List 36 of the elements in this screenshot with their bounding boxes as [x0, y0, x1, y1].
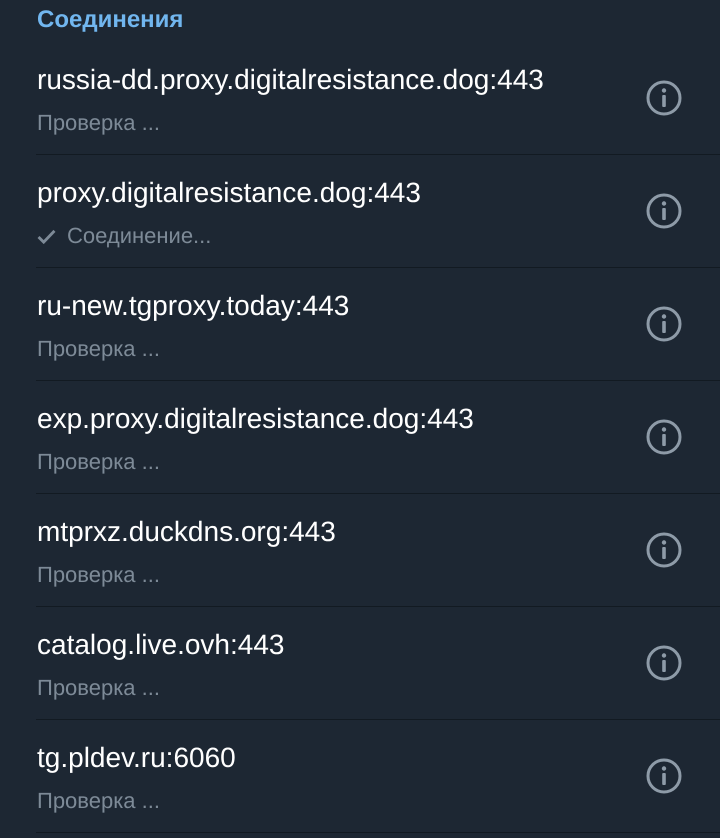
info-icon [646, 532, 682, 568]
info-icon [646, 645, 682, 681]
info-icon [646, 419, 682, 455]
proxy-row[interactable]: proxy.digitalresistance.dog:443 Соединение... [36, 155, 720, 268]
proxy-status: Проверка ... [37, 110, 160, 136]
proxy-status: Проверка ... [37, 675, 160, 701]
proxy-status: Проверка ... [37, 562, 160, 588]
info-button[interactable] [646, 80, 682, 116]
info-button[interactable] [646, 532, 682, 568]
info-button[interactable] [646, 419, 682, 455]
proxy-address: exp.proxy.digitalresistance.dog:443 [37, 403, 474, 435]
proxy-status: Проверка ... [37, 788, 160, 814]
proxy-row[interactable]: ru-new.tgproxy.today:443 Проверка ... [36, 268, 720, 381]
proxy-address: mtprxz.duckdns.org:443 [37, 516, 336, 548]
proxy-status: Соединение... [67, 223, 212, 249]
proxy-address: proxy.digitalresistance.dog:443 [37, 177, 421, 209]
proxy-row[interactable]: tg.pldev.ru:6060 Проверка ... [36, 720, 720, 833]
info-icon [646, 758, 682, 794]
info-icon [646, 193, 682, 229]
info-button[interactable] [646, 758, 682, 794]
info-icon [646, 306, 682, 342]
proxy-address: tg.pldev.ru:6060 [37, 742, 236, 774]
info-button[interactable] [646, 645, 682, 681]
proxy-status: Проверка ... [37, 449, 160, 475]
proxy-row[interactable]: exp.proxy.digitalresistance.dog:443 Проверка ... [36, 381, 720, 494]
info-button[interactable] [646, 193, 682, 229]
proxy-address: ru-new.tgproxy.today:443 [37, 290, 350, 322]
proxy-status: Проверка ... [37, 336, 160, 362]
proxy-row[interactable]: russia-dd.proxy.digitalresistance.dog:443 Проверка ... [36, 42, 720, 155]
proxy-address: catalog.live.ovh:443 [37, 629, 285, 661]
section-title: Соединения [37, 5, 184, 35]
proxy-row[interactable]: catalog.live.ovh:443 Проверка ... [36, 607, 720, 720]
info-icon [646, 80, 682, 116]
proxy-row[interactable]: mtprxz.duckdns.org:443 Проверка ... [36, 494, 720, 607]
proxy-address: russia-dd.proxy.digitalresistance.dog:443 [37, 64, 544, 96]
info-button[interactable] [646, 306, 682, 342]
